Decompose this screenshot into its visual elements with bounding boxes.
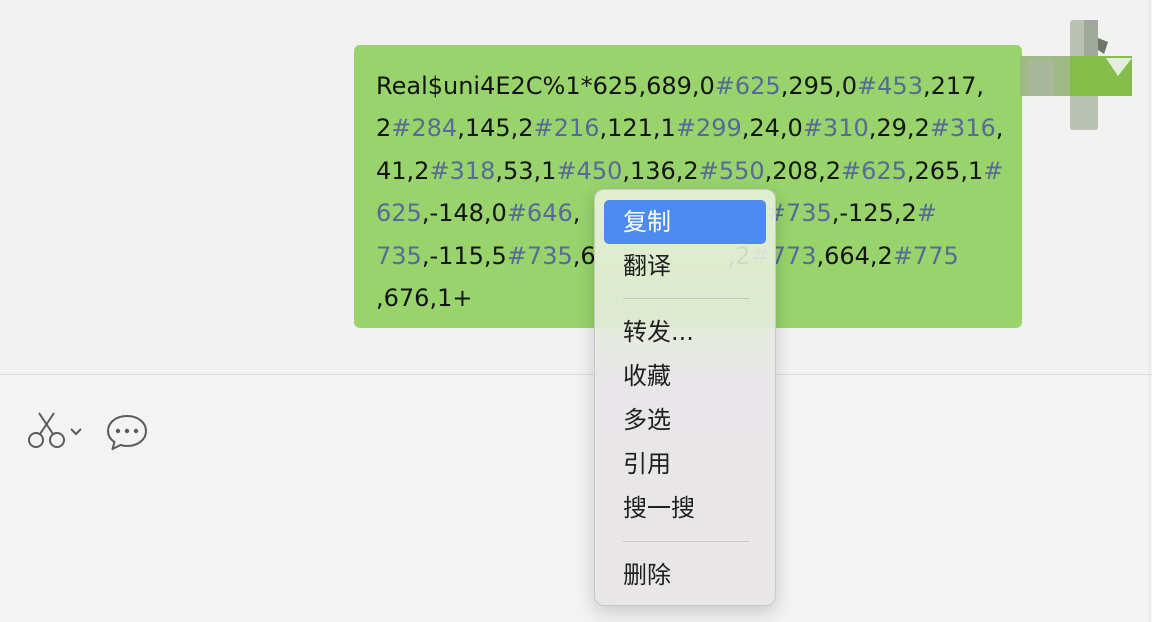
message-text: ,121,1 [599, 114, 676, 143]
menu-item-search[interactable]: 搜一搜 [604, 486, 766, 530]
message-text: ,-125,2 [831, 199, 917, 228]
message-hashtag-link[interactable]: #735 [507, 242, 573, 270]
menu-item-multiselect[interactable]: 多选 [604, 398, 766, 442]
message-text: ,6 [572, 241, 596, 270]
message-text: ,-115,5 [421, 241, 507, 270]
message-hashtag-link[interactable]: #550 [699, 157, 765, 185]
menu-item-copy[interactable]: 复制 [604, 200, 766, 244]
message-hashtag-link[interactable]: #625 [841, 157, 907, 185]
menu-separator [623, 298, 749, 299]
message-hashtag-link[interactable]: 735 [376, 242, 422, 270]
message-hashtag-link[interactable]: #318 [429, 157, 495, 185]
message-hashtag-link[interactable]: #775 [893, 242, 959, 270]
message-hashtag-link[interactable]: #625 [715, 72, 781, 100]
menu-item-favorite[interactable]: 收藏 [604, 354, 766, 398]
menu-item-forward[interactable]: 转发... [604, 310, 766, 354]
message-input-area[interactable] [0, 375, 1152, 622]
message-text: ,145,2 [457, 114, 534, 143]
message-line: 41,2#318,53,1#450,136,2#550,208,2#625,26… [376, 150, 1003, 192]
message-text: ,24,0 [741, 114, 803, 143]
menu-item-translate[interactable]: 翻译 [604, 244, 766, 288]
message-text: , [995, 114, 1004, 143]
message-text: ,265,1 [906, 156, 984, 185]
message-text: 41,2 [376, 156, 430, 185]
message-hashtag-link[interactable]: #310 [803, 114, 869, 142]
chat-history-button[interactable] [104, 410, 150, 454]
chat-bubble-icon [107, 415, 147, 450]
message-hashtag-link[interactable]: #450 [556, 157, 622, 185]
message-hashtag-link[interactable]: 625 [376, 199, 422, 227]
screenshot-scissors-button[interactable] [24, 410, 90, 454]
message-text: 2 [376, 114, 392, 143]
message-text: ,29,2 [868, 114, 930, 143]
message-text: Real$uni4E2C%1*625,689,0 [376, 72, 715, 100]
window-edge [1149, 0, 1150, 622]
message-text: ,295,0 [780, 72, 858, 100]
message-line: 2#284,145,2#216,121,1#299,24,0#310,29,2#… [376, 107, 1003, 149]
message-hashtag-link[interactable]: #453 [857, 72, 923, 100]
menu-item-quote[interactable]: 引用 [604, 442, 766, 486]
message-text: ,136,2 [622, 156, 699, 185]
chevron-down-icon [70, 428, 82, 436]
message-hashtag-link[interactable]: #299 [676, 114, 742, 142]
message-hashtag-link[interactable]: #216 [534, 114, 600, 142]
message-hashtag-link[interactable]: # [917, 199, 937, 227]
context-menu: 复制 翻译 转发... 收藏 多选 引用 搜一搜 删除 [594, 189, 776, 606]
message-text: ,217, [922, 72, 985, 100]
message-text: ,676,1+ [376, 283, 473, 312]
message-hashtag-link[interactable]: #316 [930, 114, 996, 142]
message-hashtag-link[interactable]: #646 [507, 199, 573, 227]
message-text: ,208,2 [764, 156, 841, 185]
message-line: Real$uni4E2C%1*625,689,0#625,295,0#453,2… [376, 65, 1000, 107]
user-avatar[interactable] [1020, 20, 1132, 130]
menu-separator [623, 541, 749, 542]
scissors-icon [28, 412, 65, 448]
message-text: ,-148,0 [421, 199, 507, 228]
message-text: ,664,2 [816, 241, 893, 270]
message-hashtag-link[interactable]: #284 [391, 114, 457, 142]
message-hashtag-link[interactable]: # [983, 157, 1003, 185]
menu-item-delete[interactable]: 删除 [604, 553, 766, 597]
message-text: ,53,1 [495, 156, 557, 185]
